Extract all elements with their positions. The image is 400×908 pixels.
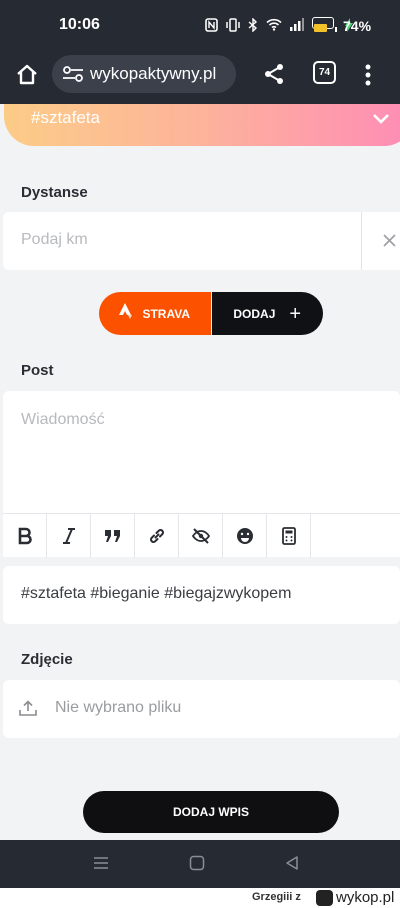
distance-input[interactable]: Podaj km <box>21 231 88 249</box>
status-bar: 10:06 74% <box>0 0 400 50</box>
plus-icon: + <box>289 302 302 325</box>
spoiler-icon <box>191 528 210 544</box>
tab-switcher-button[interactable]: 74 <box>313 61 336 84</box>
tags-value: #sztafeta #bieganie #biegajzwykopem <box>21 585 292 602</box>
link-icon <box>149 529 164 543</box>
calculator-icon <box>281 527 296 545</box>
bluetooth-icon <box>248 16 258 37</box>
footer-watermark: Grzegiii z wykop.pl <box>0 888 400 908</box>
upload-icon <box>19 700 37 716</box>
page-content: #sztafeta Dystanse Podaj km STRAVA DODAJ… <box>0 104 400 840</box>
submit-post-button[interactable]: DODAJ WPIS <box>83 791 339 833</box>
more-options-icon[interactable] <box>362 62 374 88</box>
team-select-value: #sztafeta <box>31 108 100 127</box>
chevron-down-icon <box>372 112 390 124</box>
message-placeholder: Wiadomość <box>21 411 105 428</box>
strava-button[interactable]: STRAVA <box>99 292 211 335</box>
site-settings-icon[interactable] <box>62 65 84 83</box>
author-credit: Grzegiii z <box>252 891 301 903</box>
battery-icon <box>312 17 337 37</box>
editor-toolbar <box>3 513 400 558</box>
distance-field[interactable]: Podaj km <box>3 212 400 270</box>
italic-icon <box>62 528 75 544</box>
photo-upload-field[interactable]: Nie wybrano pliku <box>3 680 400 738</box>
home-nav-icon[interactable] <box>189 855 205 876</box>
bold-icon <box>18 527 32 545</box>
spoiler-button[interactable] <box>179 514 223 558</box>
recent-apps-icon[interactable] <box>93 855 109 876</box>
quote-button[interactable] <box>91 514 135 558</box>
wykop-logo-text: wykop.pl <box>336 889 395 906</box>
address-bar[interactable]: wykopaktywny.pl <box>52 55 236 93</box>
strava-icon <box>119 303 133 324</box>
add-distance-label: DODAJ <box>233 306 276 321</box>
calculator-button[interactable] <box>267 514 311 558</box>
url-text: wykopaktywny.pl <box>90 64 217 83</box>
distance-actions: STRAVA DODAJ + <box>99 292 323 335</box>
system-icons <box>205 16 353 37</box>
quote-icon <box>104 530 120 542</box>
link-button[interactable] <box>135 514 179 558</box>
home-icon[interactable] <box>14 62 40 88</box>
wifi-icon <box>266 18 282 36</box>
close-icon[interactable] <box>383 234 396 247</box>
italic-button[interactable] <box>47 514 91 558</box>
wykop-logo-icon <box>316 889 333 906</box>
tags-field[interactable]: #sztafeta #bieganie #biegajzwykopem <box>3 566 400 624</box>
emoji-icon <box>236 528 253 544</box>
share-icon[interactable] <box>262 62 286 86</box>
nfc-icon <box>205 17 218 37</box>
distances-label: Dystanse <box>21 184 88 201</box>
photo-status: Nie wybrano pliku <box>55 699 182 716</box>
post-label: Post <box>21 362 54 379</box>
back-nav-icon[interactable] <box>284 855 300 876</box>
photo-label: Zdjęcie <box>21 651 73 668</box>
vibrate-icon <box>226 17 240 37</box>
battery-percent: 74% <box>343 18 372 34</box>
team-select[interactable]: #sztafeta <box>4 104 400 146</box>
signal-icon <box>290 18 304 36</box>
wykop-logo: wykop.pl <box>316 889 394 906</box>
bold-button[interactable] <box>3 514 47 558</box>
clock: 10:06 <box>59 16 100 33</box>
strava-button-label: STRAVA <box>142 306 191 321</box>
add-distance-button[interactable]: DODAJ + <box>211 292 323 335</box>
emoji-button[interactable] <box>223 514 267 558</box>
browser-toolbar: wykopaktywny.pl 74 <box>0 50 400 104</box>
navigation-bar <box>0 840 400 888</box>
divider <box>361 212 362 270</box>
